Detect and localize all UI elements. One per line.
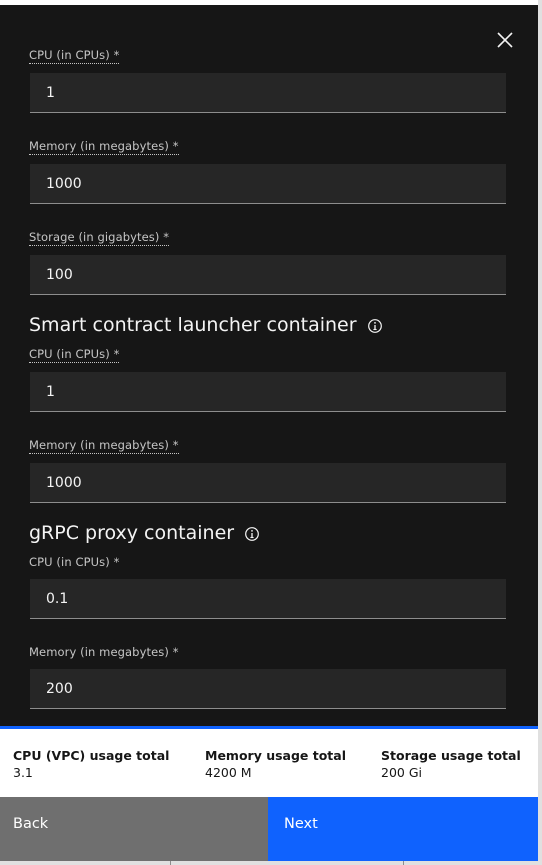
launcher-section-title: Smart contract launcher container — [29, 314, 383, 336]
grpc-section-title: gRPC proxy container — [29, 522, 260, 544]
storage-field[interactable] — [30, 255, 506, 295]
divider — [170, 861, 171, 865]
memory-label: Memory (in megabytes) * — [29, 139, 179, 155]
grpc-memory-field[interactable] — [30, 669, 506, 709]
launcher-cpu-label: CPU (in CPUs) * — [29, 347, 120, 363]
close-icon — [497, 32, 513, 48]
grpc-title-text: gRPC proxy container — [29, 522, 235, 544]
cpu-input[interactable] — [30, 73, 506, 112]
launcher-cpu-input[interactable] — [30, 372, 506, 411]
grpc-cpu-label: CPU (in CPUs) * — [29, 555, 120, 569]
next-button[interactable]: Next — [268, 797, 538, 861]
cpu-label: CPU (in CPUs) * — [29, 48, 120, 64]
back-button[interactable]: Back — [0, 797, 268, 861]
memory-input[interactable] — [30, 164, 506, 203]
storage-usage-total: Storage usage total 200 Gi — [381, 748, 521, 780]
storage-usage-total-label: Storage usage total — [381, 748, 521, 763]
memory-usage-total-value: 4200 M — [205, 765, 252, 780]
launcher-memory-input[interactable] — [30, 463, 506, 502]
launcher-memory-label: Memory (in megabytes) * — [29, 438, 179, 454]
information-icon[interactable] — [244, 525, 260, 541]
grpc-cpu-input[interactable] — [30, 579, 506, 618]
panel-actions: Back Next — [0, 797, 538, 861]
memory-field[interactable] — [30, 164, 506, 204]
cpu-field[interactable] — [30, 73, 506, 113]
divider — [403, 861, 404, 865]
cpu-usage-total-value: 3.1 — [13, 765, 33, 780]
close-button[interactable] — [492, 27, 518, 53]
grpc-memory-label: Memory (in megabytes) * — [29, 645, 179, 659]
storage-input[interactable] — [30, 255, 506, 294]
background-page-edge-right — [538, 0, 542, 865]
cpu-usage-total: CPU (VPC) usage total 3.1 — [13, 748, 169, 780]
storage-usage-total-value: 200 Gi — [381, 765, 422, 780]
launcher-memory-field[interactable] — [30, 463, 506, 503]
usage-totals-bar: CPU (VPC) usage total 3.1 Memory usage t… — [0, 726, 538, 797]
launcher-cpu-field[interactable] — [30, 372, 506, 412]
launcher-title-text: Smart contract launcher container — [29, 314, 357, 336]
memory-usage-total: Memory usage total 4200 M — [205, 748, 346, 780]
storage-label: Storage (in gigabytes) * — [29, 230, 170, 246]
cpu-usage-total-label: CPU (VPC) usage total — [13, 748, 170, 763]
information-icon[interactable] — [367, 317, 383, 333]
background-page-edge-bottom — [0, 861, 542, 865]
grpc-cpu-field[interactable] — [30, 579, 506, 619]
grpc-memory-input[interactable] — [30, 669, 506, 708]
memory-usage-total-label: Memory usage total — [205, 748, 347, 763]
